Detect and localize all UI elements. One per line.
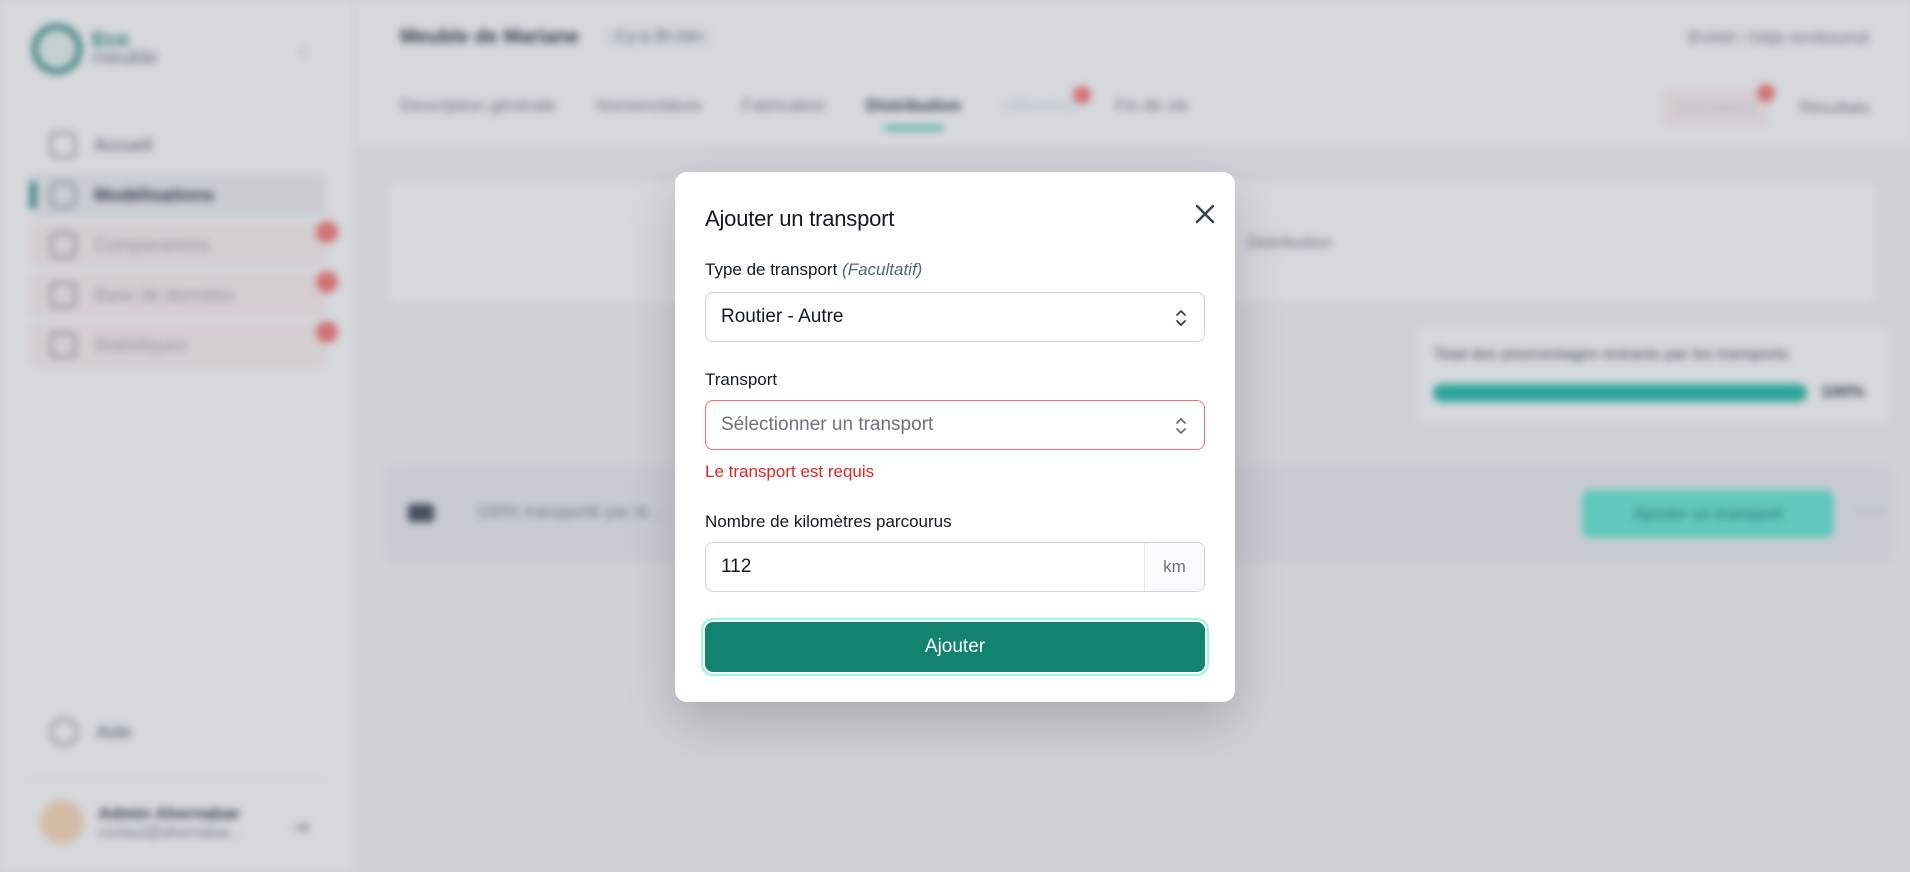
close-button[interactable] <box>1187 196 1223 232</box>
transport-placeholder: Sélectionner un transport <box>721 414 934 435</box>
km-input[interactable]: 112 <box>706 543 1144 591</box>
submit-button[interactable]: Ajouter <box>705 622 1205 672</box>
chevron-up-down-icon <box>1176 310 1186 326</box>
transport-label: Transport <box>705 370 778 389</box>
km-label: Nombre de kilomètres parcourus <box>705 512 952 531</box>
transport-type-select[interactable]: Routier - Autre <box>705 292 1205 342</box>
transport-type-label-text: Type de transport <box>705 260 838 279</box>
chevron-up-down-icon <box>1176 418 1186 434</box>
transport-error-message: Le transport est requis <box>705 462 875 481</box>
modal-title: Ajouter un transport <box>705 206 895 231</box>
transport-type-label: Type de transport (Facultatif) <box>705 260 922 280</box>
km-input-group: 112 km <box>705 542 1205 592</box>
transport-type-value: Routier - Autre <box>721 306 844 327</box>
transport-select[interactable]: Sélectionner un transport <box>705 400 1205 450</box>
add-transport-modal: Ajouter un transport Type de transport (… <box>675 172 1235 702</box>
km-unit: km <box>1144 543 1204 591</box>
optional-hint: (Facultatif) <box>842 260 923 279</box>
close-icon <box>1195 204 1215 224</box>
